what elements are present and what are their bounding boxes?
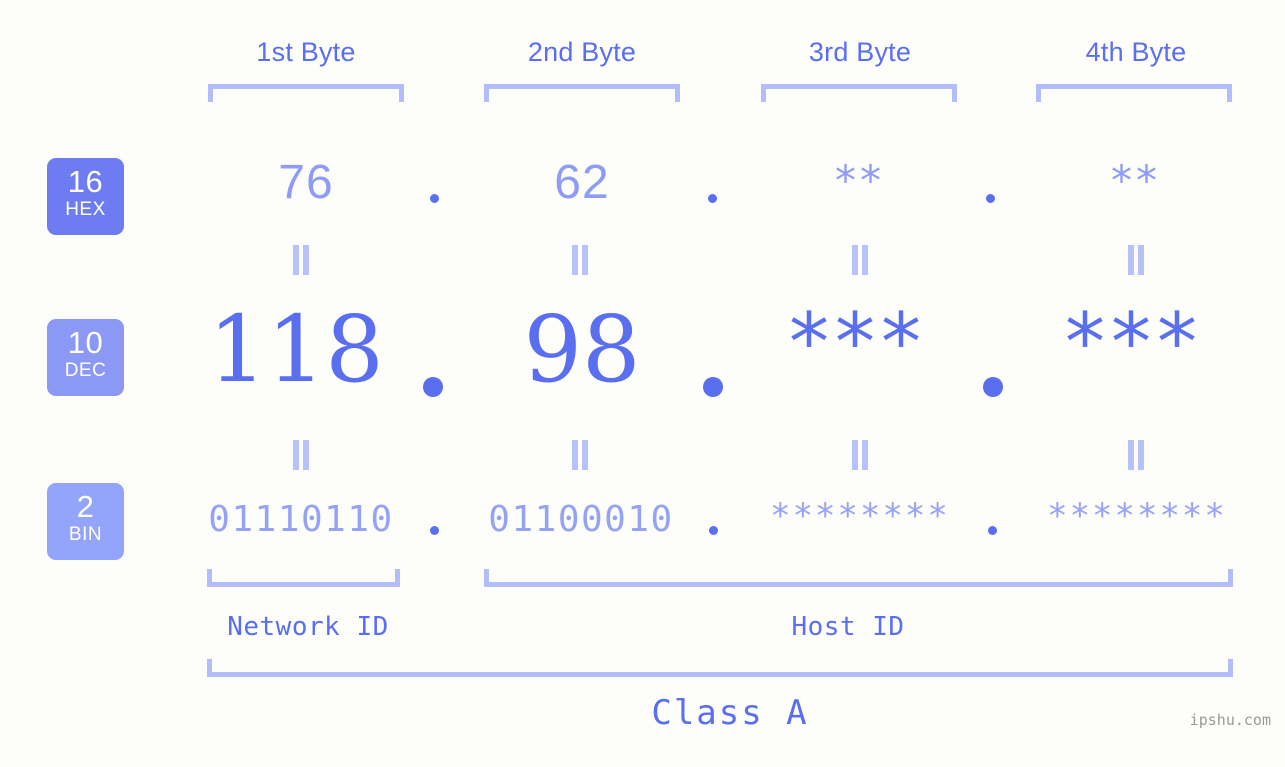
dec-value-byte-3: *** [789, 296, 927, 389]
dec-separator-dot-3 [983, 377, 1003, 397]
hex-value-byte-3: ** [835, 156, 885, 205]
byte-header-1: 1st Byte [256, 37, 356, 67]
class-label: Class A [651, 693, 809, 733]
hex-value-byte-1: 76 [278, 156, 334, 209]
equals-separator-dec-bin-1 [289, 440, 313, 470]
equals-separator-dec-bin-3 [848, 440, 872, 470]
base-badge-dec: 10 DEC [47, 319, 124, 396]
network-id-label: Network ID [227, 612, 389, 642]
hex-separator-dot-2 [708, 194, 717, 203]
bin-separator-dot-2 [709, 526, 718, 535]
base-badge-bin-number: 2 [76, 489, 95, 524]
dec-separator-dot-1 [423, 377, 443, 397]
hex-separator-dot-3 [986, 194, 995, 203]
bin-value-byte-4: ******** [1047, 496, 1227, 536]
base-badge-bin-name: BIN [68, 524, 103, 545]
byte-bracket-1 [208, 84, 404, 102]
byte-bracket-4 [1036, 84, 1232, 102]
base-badge-hex: 16 HEX [47, 158, 124, 235]
hex-value-byte-4: ** [1111, 156, 1161, 205]
byte-header-2: 2nd Byte [527, 37, 637, 67]
bin-separator-dot-1 [430, 526, 439, 535]
byte-header-4: 4th Byte [1085, 37, 1187, 67]
base-badge-dec-number: 10 [67, 325, 104, 360]
bin-value-byte-1: 01110110 [208, 499, 394, 540]
byte-header-3: 3rd Byte [808, 37, 912, 67]
host-id-bracket [484, 569, 1233, 587]
bin-value-byte-2: 01100010 [488, 499, 674, 540]
hex-separator-dot-1 [430, 194, 439, 203]
equals-separator-hex-dec-2 [568, 245, 592, 275]
byte-bracket-3 [761, 84, 957, 102]
class-bracket [207, 659, 1233, 677]
network-id-bracket [207, 569, 400, 587]
dec-separator-dot-2 [703, 377, 723, 397]
hex-value-byte-2: 62 [554, 156, 610, 209]
bin-separator-dot-3 [988, 526, 997, 535]
equals-separator-hex-dec-3 [848, 245, 872, 275]
bin-value-byte-3: ******** [770, 496, 950, 536]
site-watermark: ipshu.com [1189, 711, 1271, 729]
equals-separator-hex-dec-4 [1124, 245, 1148, 275]
equals-separator-dec-bin-2 [568, 440, 592, 470]
equals-separator-dec-bin-4 [1124, 440, 1148, 470]
ip-byte-breakdown-diagram: 1st Byte 2nd Byte 3rd Byte 4th Byte 16 H… [0, 0, 1285, 767]
dec-value-byte-1: 118 [208, 296, 384, 403]
dec-value-byte-2: 98 [523, 296, 641, 403]
base-badge-dec-name: DEC [64, 360, 107, 381]
host-id-label: Host ID [791, 612, 905, 642]
base-badge-bin: 2 BIN [47, 483, 124, 560]
equals-separator-hex-dec-1 [289, 245, 313, 275]
base-badge-hex-number: 16 [67, 164, 104, 199]
base-badge-hex-name: HEX [65, 199, 106, 220]
dec-value-byte-4: *** [1065, 296, 1203, 389]
byte-bracket-2 [484, 84, 680, 102]
